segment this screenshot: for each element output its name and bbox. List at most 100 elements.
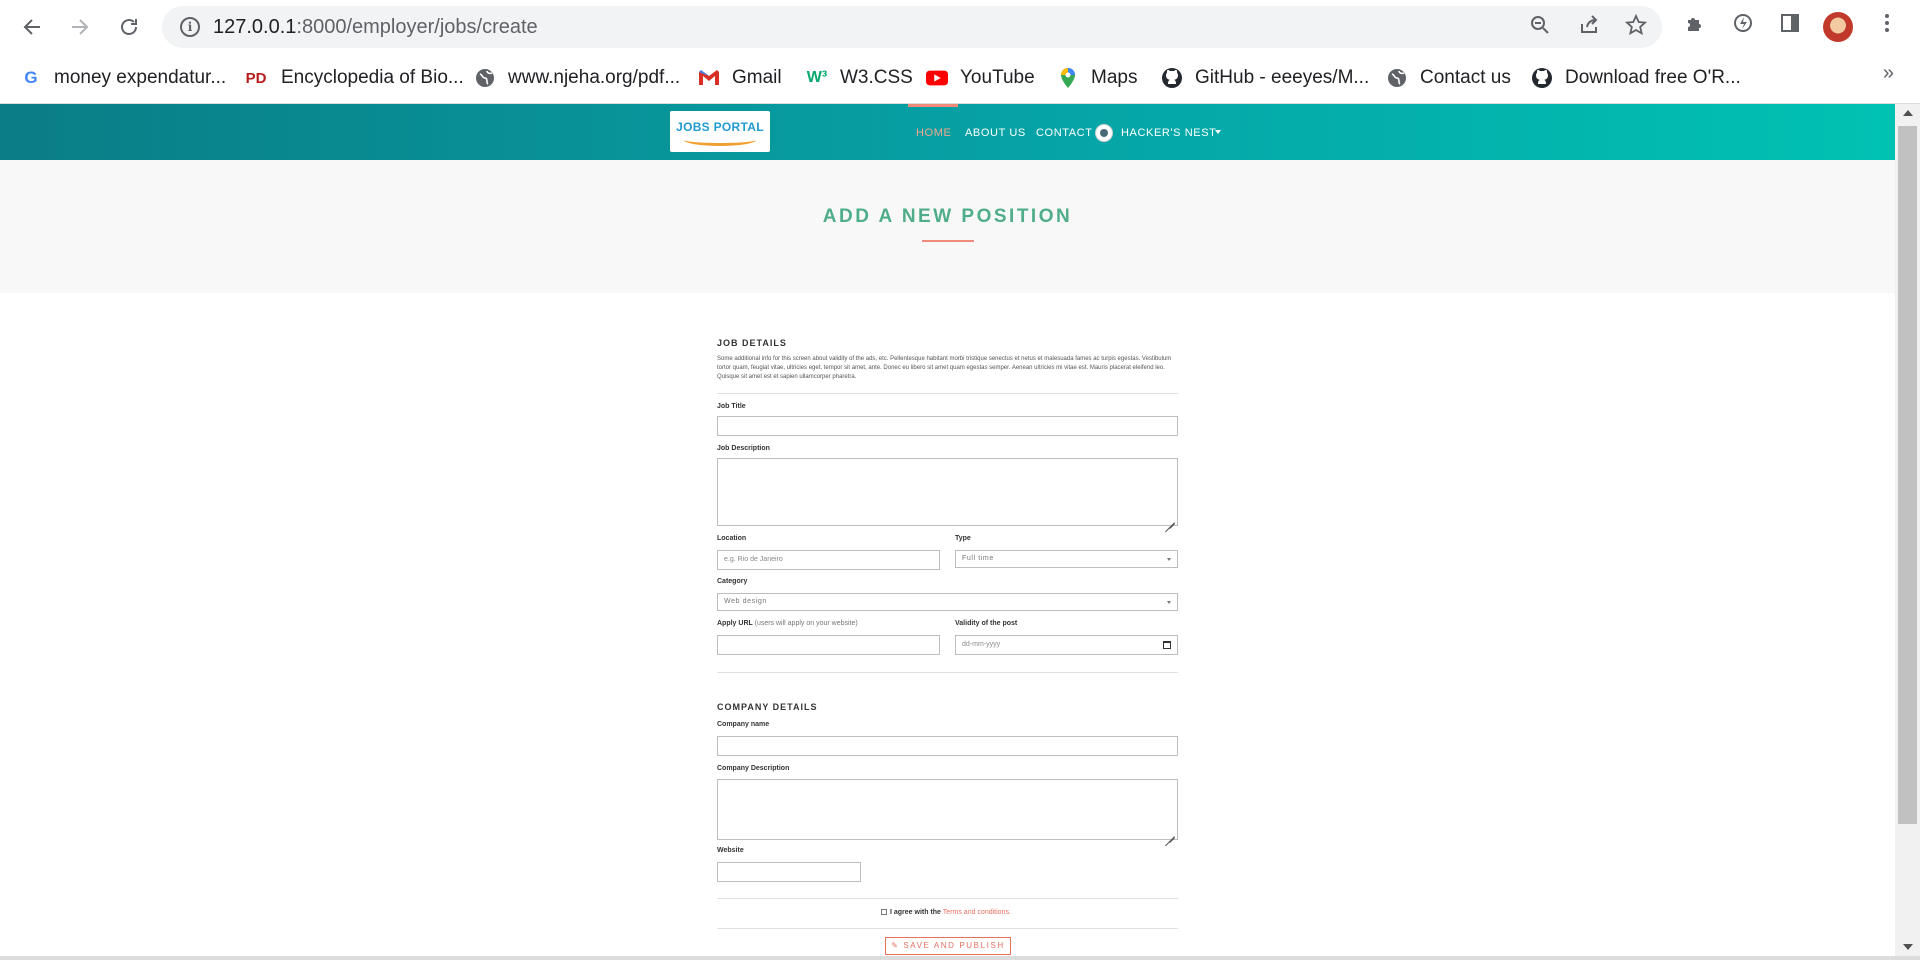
page-title: ADD A NEW POSITION [822,206,1073,227]
user-avatar[interactable] [1095,124,1113,142]
forward-icon[interactable] [64,11,96,43]
youtube-icon [926,67,948,89]
chevron-down-icon [1167,558,1171,561]
apply-url-label: Apply URL (users will apply on your webs… [717,620,858,627]
zoom-icon[interactable] [1527,14,1553,40]
resize-handle-icon[interactable] [1165,827,1175,837]
company-description-textarea[interactable] [717,779,1178,840]
validity-date-input[interactable]: dd-mm-yyyy [955,635,1178,655]
maps-icon [1057,67,1079,89]
menu-kebab-icon[interactable] [1873,12,1901,40]
website-input[interactable] [717,862,861,882]
type-label: Type [955,535,971,542]
logo-text: JOBS PORTAL [676,120,764,134]
category-selected-value: Web design [724,598,767,605]
bookmark-label: Download free O'R... [1565,67,1741,88]
performance-icon[interactable] [1729,12,1757,40]
apply-url-label-text: Apply URL [717,620,753,627]
job-details-title: JOB DETAILS [717,338,787,348]
category-label: Category [717,578,748,585]
back-icon[interactable] [16,11,48,43]
location-input[interactable]: e.g. Rio de Janeiro [717,550,940,570]
bookmarks-bar: G money expendatur... PD Encyclopedia of… [0,54,1920,104]
page-scrollbar[interactable] [1895,104,1920,956]
terms-prefix: I agree with the [890,909,941,916]
bookmark-item[interactable]: PD Encyclopedia of Bio... [243,64,464,92]
profile-avatar[interactable] [1823,12,1853,42]
more-bookmarks-icon[interactable]: » [1883,62,1894,85]
horizontal-scrollbar[interactable] [0,956,1920,960]
terms-text: I agree with the Terms and conditions. [890,909,1011,916]
globe-icon [1386,67,1408,89]
validity-placeholder: dd-mm-yyyy [962,641,1001,648]
side-panel-icon[interactable] [1776,12,1804,40]
pd-icon: PD [245,69,267,87]
scrollbar-thumb[interactable] [1898,126,1917,824]
job-title-label: Job Title [717,403,746,410]
bookmark-item[interactable]: G money expendatur... [20,64,226,92]
nav-active-indicator [908,104,958,107]
bookmark-label: GitHub - eeeyes/M... [1195,67,1370,88]
page-viewport: JOBS PORTAL HOME ABOUT US CONTACT HACKER… [0,104,1895,956]
bookmark-item[interactable]: Download free O'R... [1531,64,1741,92]
bookmark-item[interactable]: Maps [1057,64,1137,92]
job-description-textarea[interactable] [717,458,1178,526]
bookmark-item[interactable]: www.njeha.org/pdf... [474,64,680,92]
calendar-icon[interactable] [1163,641,1171,649]
divider [717,898,1178,899]
terms-link[interactable]: Terms and conditions. [943,909,1011,916]
bookmark-item[interactable]: GitHub - eeeyes/M... [1161,64,1369,92]
reload-icon[interactable] [113,11,145,43]
divider [717,393,1178,394]
bookmark-item[interactable]: W³ W3.CSS [806,64,913,92]
site-info-icon[interactable]: i [180,17,200,37]
category-select[interactable]: Web design [717,593,1178,611]
scroll-up-arrow-icon[interactable] [1903,110,1913,116]
type-selected-value: Full time [962,555,994,562]
location-label: Location [717,535,747,542]
nav-contact[interactable]: CONTACT [1036,127,1093,139]
save-and-publish-label: SAVE AND PUBLISH [903,941,1005,950]
github-icon [1161,67,1183,89]
bookmark-star-icon[interactable] [1623,13,1649,40]
terms-checkbox[interactable] [881,909,887,915]
resize-handle-icon[interactable] [1165,513,1175,523]
scroll-down-arrow-icon[interactable] [1903,944,1913,950]
extensions-icon[interactable] [1681,12,1709,40]
address-bar[interactable]: i 127.0.0.1:8000/employer/jobs/create [162,6,1662,48]
bookmark-label: www.njeha.org/pdf... [508,67,681,88]
apply-url-input[interactable] [717,635,940,655]
nav-about[interactable]: ABOUT US [965,127,1026,139]
nav-user-menu[interactable]: HACKER'S NEST [1121,127,1216,139]
job-title-input[interactable] [717,416,1178,436]
company-name-label: Company name [717,721,770,728]
bookmark-label: money expendatur... [54,67,227,88]
pencil-icon: ✎ [891,941,900,950]
apply-url-hint: (users will apply on your website) [754,620,858,627]
bookmark-label: YouTube [960,67,1035,88]
company-description-label: Company Description [717,765,790,772]
bookmark-item[interactable]: Contact us [1386,64,1511,92]
browser-toolbar: i 127.0.0.1:8000/employer/jobs/create [0,0,1920,54]
browser-chrome: i 127.0.0.1:8000/employer/jobs/create G … [0,0,1920,104]
gmail-icon [698,67,720,89]
bookmark-item[interactable]: YouTube [926,64,1035,92]
site-logo[interactable]: JOBS PORTAL [670,111,770,152]
website-label: Website [717,847,744,854]
divider [717,672,1178,673]
nav-home[interactable]: HOME [916,127,951,139]
company-name-input[interactable] [717,736,1178,756]
github-icon [1531,67,1553,89]
save-and-publish-button[interactable]: ✎ SAVE AND PUBLISH [885,937,1011,955]
chevron-down-icon [1167,601,1171,604]
bookmark-item[interactable]: Gmail [698,64,782,92]
share-icon[interactable] [1576,14,1602,40]
site-header: JOBS PORTAL HOME ABOUT US CONTACT HACKER… [0,104,1895,160]
type-select[interactable]: Full time [955,550,1178,568]
bookmark-label: Contact us [1420,67,1511,88]
address-url[interactable]: 127.0.0.1:8000/employer/jobs/create [213,16,538,39]
chevron-down-icon[interactable] [1215,130,1221,134]
url-path: :8000/employer/jobs/create [296,16,538,38]
title-underline [922,240,974,242]
w3-icon: W³ [806,69,828,86]
